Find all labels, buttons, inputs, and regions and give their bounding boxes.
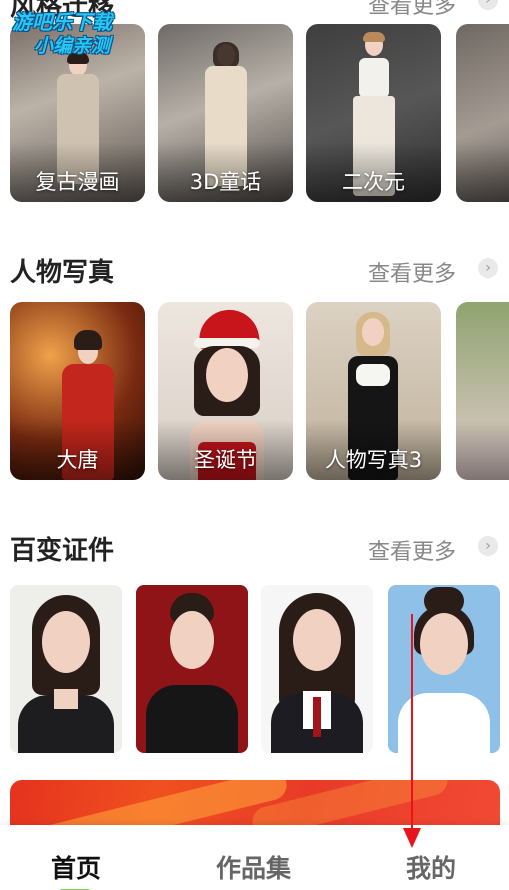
portrait-card-christmas[interactable]: 圣诞节	[158, 302, 293, 480]
chevron-right-icon[interactable]: ›	[478, 258, 498, 278]
id-photo-card-3[interactable]	[261, 585, 373, 753]
annotation-arrow-line	[411, 614, 413, 834]
section-title: 百变证件	[10, 536, 115, 566]
card-label: 二次元	[342, 170, 405, 194]
section-title: 人物写真	[10, 258, 115, 288]
id-photo-row	[0, 585, 509, 755]
id-photo-section-header: 百变证件 查看更多 ›	[0, 526, 509, 566]
portrait-card-portrait3[interactable]: 人物写真3	[306, 302, 441, 480]
id-photo-card-1[interactable]	[10, 585, 122, 753]
card-label: 圣诞节	[194, 448, 257, 472]
style-card-partial[interactable]: 小	[456, 24, 509, 202]
id-photo-card-2[interactable]	[136, 585, 248, 753]
card-label: 人物写真3	[324, 448, 423, 472]
bottom-tab-bar: 首页 作品集 我的	[0, 825, 509, 890]
view-more-link[interactable]: 查看更多	[368, 534, 456, 566]
watermark-logo: 游吧乐下载 小编亲测	[12, 10, 162, 58]
tab-works[interactable]: 作品集	[216, 849, 291, 885]
annotation-arrow-head	[403, 828, 421, 848]
view-more-link[interactable]: 查看更多	[368, 0, 456, 20]
portrait-row: 大唐 圣诞节 人物写真3 人	[0, 302, 509, 482]
card-label: 大唐	[56, 448, 99, 472]
portrait-card-tang[interactable]: 大唐	[10, 302, 145, 480]
card-label: 小	[456, 166, 509, 196]
card-label: 3D童话	[189, 170, 262, 194]
tab-mine[interactable]: 我的	[406, 849, 456, 885]
portrait-section-header: 人物写真 查看更多 ›	[0, 248, 509, 288]
watermark-line1: 游吧乐下载	[12, 10, 112, 34]
tab-home[interactable]: 首页	[51, 849, 101, 885]
card-label: 人	[456, 444, 509, 474]
portrait-card-partial[interactable]: 人	[456, 302, 509, 480]
chevron-right-icon[interactable]: ›	[478, 536, 498, 556]
card-label: 复古漫画	[35, 170, 120, 194]
view-more-link[interactable]: 查看更多	[368, 256, 456, 288]
id-photo-card-4[interactable]	[388, 585, 500, 753]
chevron-right-icon[interactable]: ›	[478, 0, 498, 10]
style-card-3d-fairytale[interactable]: 3D童话	[158, 24, 293, 202]
style-card-anime[interactable]: 二次元	[306, 24, 441, 202]
watermark-line2: 小编亲测	[34, 35, 111, 57]
